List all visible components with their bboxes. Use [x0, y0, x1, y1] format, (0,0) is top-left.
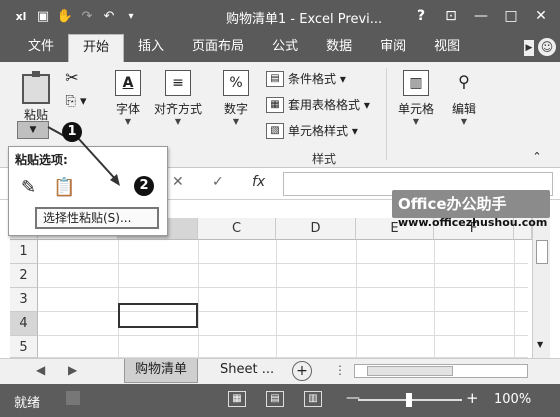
normal-view-icon[interactable]: ▦: [228, 391, 246, 407]
prev-sheet-icon[interactable]: ◀: [36, 363, 45, 377]
status-ready: 就绪: [14, 396, 41, 411]
zoom-level[interactable]: 100%: [494, 392, 531, 407]
add-sheet-button[interactable]: +: [292, 361, 312, 381]
scrollbar-thumb[interactable]: [367, 366, 453, 376]
more-options-icon[interactable]: ⋮: [334, 363, 346, 377]
macro-record-icon[interactable]: [66, 391, 80, 405]
next-sheet-icon[interactable]: ▶: [68, 363, 77, 377]
horizontal-scrollbar[interactable]: [354, 364, 528, 378]
sheet-tab-shopping-list[interactable]: 购物清单: [124, 359, 199, 383]
sheet-tab-bar: ◀ ▶ 购物清单 Sheet ... + ⋮: [0, 358, 560, 384]
page-layout-view-icon[interactable]: ▤: [266, 391, 284, 407]
marker-2-arrow: [77, 137, 119, 183]
page-break-view-icon[interactable]: ▥: [304, 391, 322, 407]
zoom-in-button[interactable]: +: [466, 389, 479, 407]
zoom-out-button[interactable]: —: [346, 390, 360, 406]
annotation-arrows: [47, 126, 120, 186]
zoom-slider-handle[interactable]: [406, 393, 412, 407]
status-bar: 就绪 ▦ ▤ ▥ — + 100%: [0, 384, 560, 417]
step-marker-2: 2: [134, 176, 154, 196]
sheet-tab-sheet[interactable]: Sheet ...: [210, 359, 284, 383]
step-marker-1: 1: [62, 122, 82, 142]
